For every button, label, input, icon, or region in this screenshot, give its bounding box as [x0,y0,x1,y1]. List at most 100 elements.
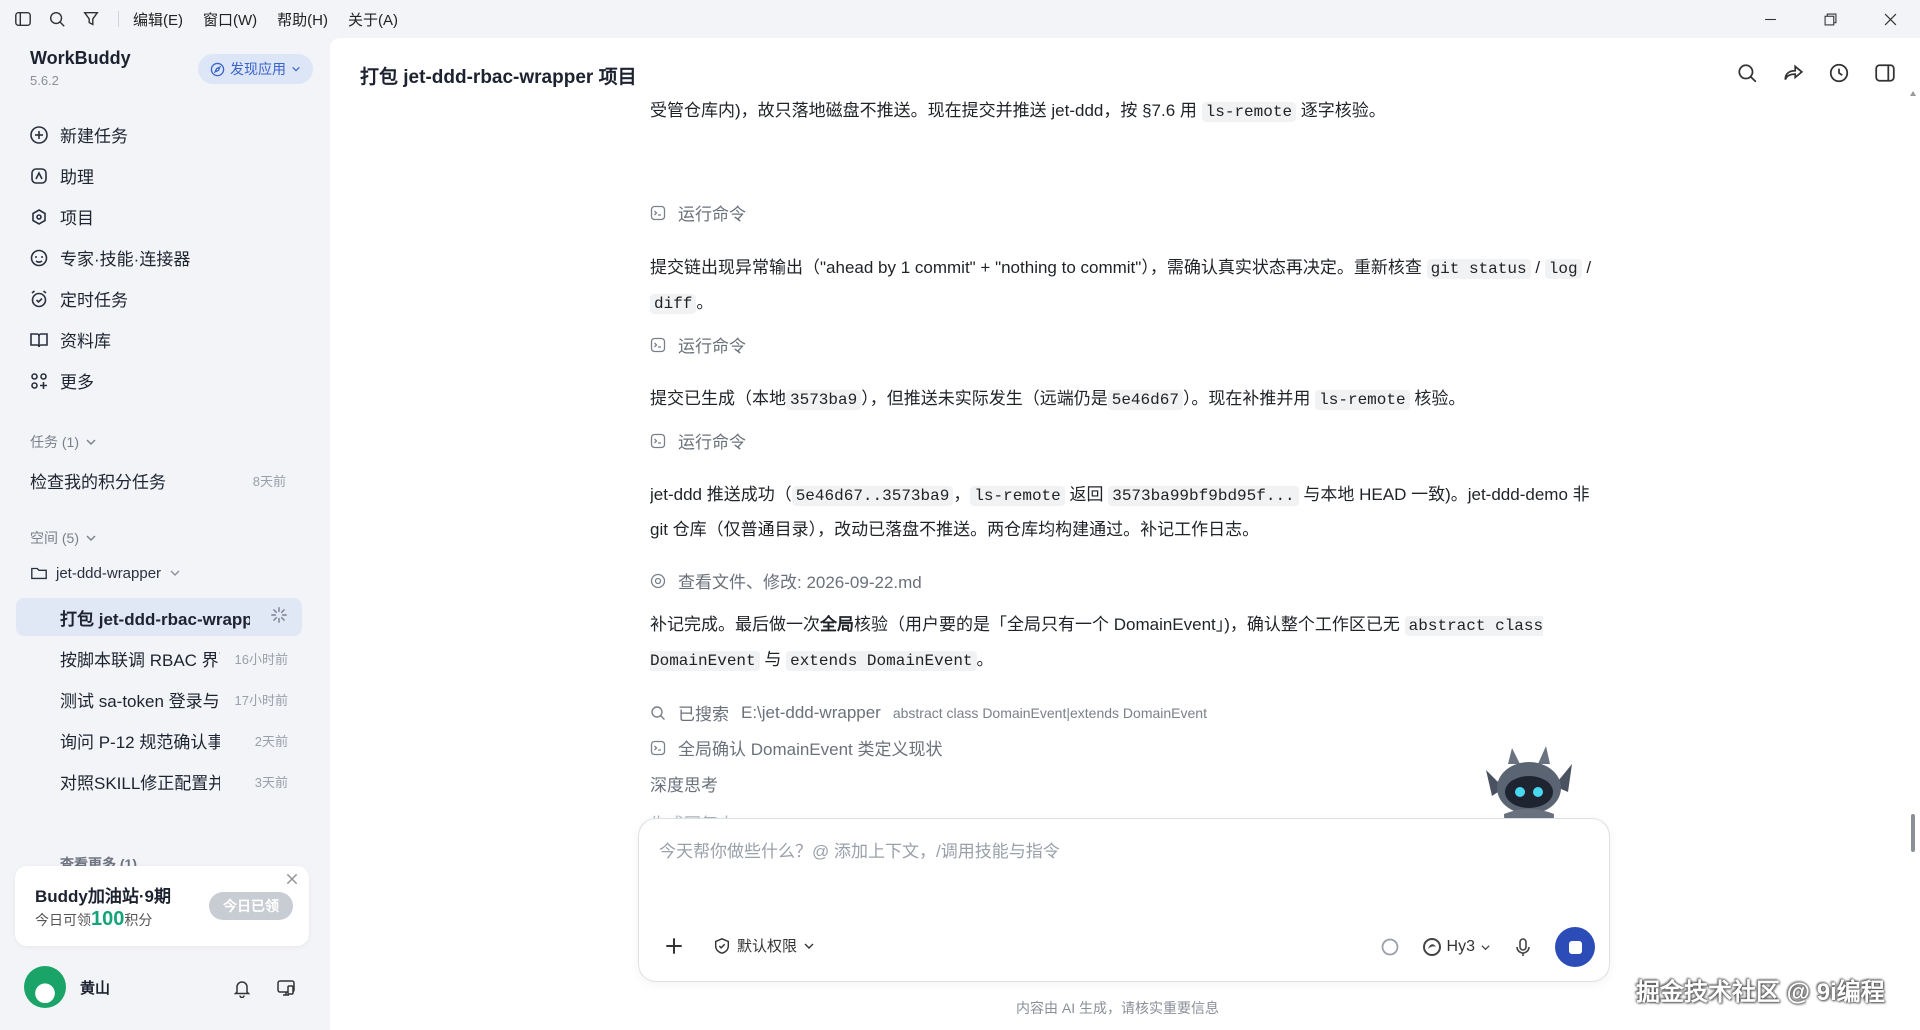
message-paragraph: 受管仓库内)，故只落地磁盘不推送。现在提交并推送 jet-ddd，按 §7.6 … [650,94,1610,129]
page-title: 打包 jet-ddd-rbac-wrapper 项目 [360,67,637,88]
conversation-item-active[interactable]: 打包 jet-ddd-rbac-wrapper 项目 [16,598,302,636]
chevron-down-icon [804,943,814,949]
tool-call-run-command[interactable]: 全局确认 DomainEvent 类定义现状 [650,735,943,760]
history-icon[interactable] [1828,62,1850,84]
claim-button[interactable]: 今日已领 [209,892,293,920]
text: / [1535,258,1541,277]
tool-label: 运行命令 [678,337,746,356]
text: 返回 [1069,485,1104,504]
conversation-item[interactable]: 测试 sa-token 登录与鉴权 17小时前 [16,680,302,718]
discover-apps-label: 发现应用 [230,61,286,77]
brand: WorkBuddy 5.6.2 [30,48,131,88]
text: ），但推送未实际发生（远端仍是 [861,389,1108,408]
message-paragraph: 提交链出现异常输出（"ahead by 1 commit" + "nothing… [650,251,1610,321]
restore-button[interactable] [1800,0,1860,38]
plus-icon[interactable] [663,935,685,957]
text: 与 [764,650,782,669]
menu-edit[interactable]: 编辑(E) [133,9,183,30]
tool-call-run-command[interactable]: 运行命令 [650,332,746,357]
deep-thinking-toggle[interactable]: 深度思考 [650,771,718,796]
minimize-button[interactable] [1740,0,1800,38]
nav-library[interactable]: 资料库 [18,319,314,360]
text: 。 [976,650,994,669]
tool-call-run-command[interactable]: 运行命令 [650,200,746,225]
bell-icon[interactable] [232,978,252,998]
text: ， [953,485,971,504]
sidebar: WorkBuddy 5.6.2 发现应用 新建任务 助理 项目 专家·技能·连接… [0,38,330,1030]
tasks-section-header[interactable]: 任务 (1) [30,432,97,452]
menu-window[interactable]: 窗口(W) [203,9,257,30]
conversation-time: 17小时前 [234,692,288,708]
chevron-down-icon [292,66,300,72]
scroll-up-icon[interactable] [1909,90,1917,98]
prompt-input[interactable] [659,837,1579,897]
close-icon[interactable] [285,872,299,886]
search-path: E:\jet-ddd-wrapper [741,702,881,722]
compass-icon [210,62,225,76]
user-name: 黄山 [80,979,111,997]
chevron-down-icon [86,439,96,445]
text: 逐字核验。 [1300,101,1386,120]
message-paragraph: 补记完成。最后做一次全局核验（用户要的是「全局只有一个 DomainEvent」… [650,608,1610,678]
tool-call-view-file[interactable]: 查看文件、修改: 2026-09-22.md [650,568,922,593]
conversation-time: 2天前 [254,733,288,749]
share-icon[interactable] [1782,62,1804,84]
stop-generation-button[interactable] [1555,927,1595,967]
conversation-title: 询问 P-12 规范确认事项 [60,732,220,752]
message-paragraph: 提交已生成（本地 3573ba9 ），但推送未实际发生（远端仍是 5e46d67 ）。现… [650,382,1610,417]
panel-toggle-icon[interactable] [1874,62,1896,84]
conversation-title: 对照SKILL修正配置并出 [60,773,220,793]
chevron-down-icon [170,570,180,576]
model-selector[interactable]: Hy3 [1422,937,1491,957]
scrollbar-thumb[interactable] [1911,814,1915,852]
terminal-icon [650,205,666,220]
user-profile[interactable]: 黄山 [24,966,110,1008]
main-panel: 打包 jet-ddd-rbac-wrapper 项目 受管仓库内)，故只落地磁盘… [330,38,1920,1030]
text: 提交链出现异常输出（"ahead by 1 commit" + "nothing… [650,258,1422,277]
watermark: 掘金技术社区 @ 9i编程 [1636,979,1885,1006]
conversation-item[interactable]: 按脚本联调 RBAC 界面 16小时前 [16,639,302,677]
nav-scheduled[interactable]: 定时任务 [18,278,314,319]
text: 核验。 [1414,389,1466,408]
progress-ring-icon [1381,938,1398,956]
inline-code: ls-remote [1315,390,1410,410]
loading-spinner-icon [270,606,288,629]
book-icon [28,329,50,351]
nav-more[interactable]: 更多 [18,360,314,401]
tool-call-run-command[interactable]: 运行命令 [650,428,746,453]
close-button[interactable] [1860,0,1920,38]
promo-subtitle: 今日可领100积分 [35,908,152,931]
tool-call-search[interactable]: 已搜索 E:\jet-ddd-wrapper abstract class Do… [650,700,1207,725]
plus-circle-icon [28,124,50,146]
permission-selector[interactable]: 默认权限 [713,935,815,956]
main-nav: 新建任务 助理 项目 专家·技能·连接器 定时任务 资料库 更多 [18,114,314,401]
nav-assistant[interactable]: 助理 [18,155,314,196]
space-name: jet-ddd-wrapper [56,564,162,582]
terminal-icon [650,433,666,448]
microphone-icon[interactable] [1513,937,1533,957]
menu-about[interactable]: 关于(A) [348,9,398,30]
nav-projects[interactable]: 项目 [18,196,314,237]
nav-experts[interactable]: 专家·技能·连接器 [18,237,314,278]
window-controls [1740,0,1920,38]
task-item[interactable]: 检查我的积分任务 8天前 [30,468,286,493]
text: / [1586,258,1592,277]
shield-check-icon [714,937,730,954]
conversation-item[interactable]: 对照SKILL修正配置并出 3天前 [16,762,302,800]
search-icon[interactable] [46,8,68,30]
device-icon[interactable] [276,978,296,998]
menu-help[interactable]: 帮助(H) [277,9,328,30]
conversation-item[interactable]: 询问 P-12 规范确认事项 2天前 [16,721,302,759]
space-folder[interactable]: jet-ddd-wrapper [30,564,181,582]
search-query: abstract class DomainEvent|extends Domai… [892,704,1207,721]
sidebar-toggle-icon[interactable] [12,8,34,30]
bold-text: 全局 [820,615,854,634]
filter-icon[interactable] [80,8,102,30]
search-icon[interactable] [1736,62,1758,84]
nav-new-task[interactable]: 新建任务 [18,114,314,155]
promo-sub-prefix: 今日可领 [35,912,91,928]
message-paragraph: jet-ddd 推送成功（ 5e46d67..3573ba9， ls-remote … [650,478,1610,547]
scrollbar[interactable] [1906,90,1920,870]
spaces-section-header[interactable]: 空间 (5) [30,528,97,548]
discover-apps-button[interactable]: 发现应用 [198,54,313,84]
